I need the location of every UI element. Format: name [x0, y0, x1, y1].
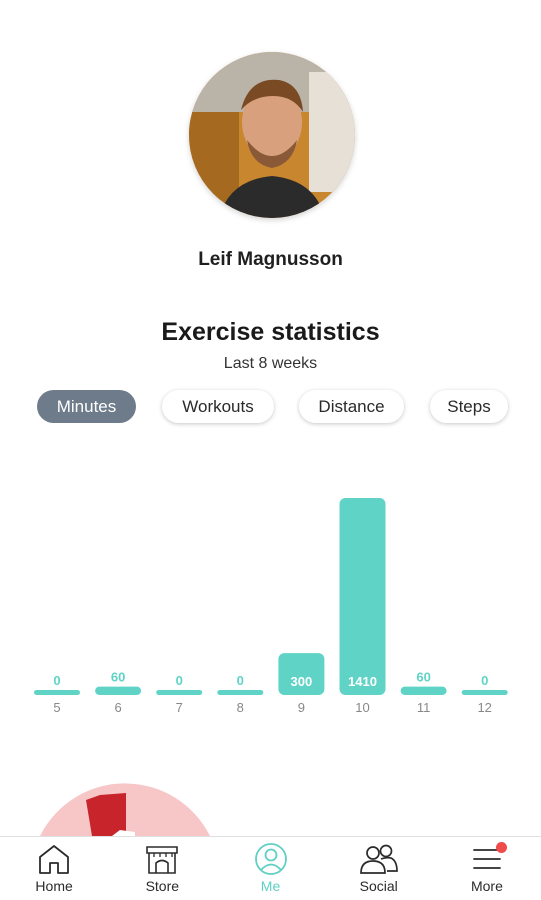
chart-value-label: 60 — [416, 670, 430, 685]
nav-me-label: Me — [260, 878, 281, 894]
nav-store[interactable]: Store — [108, 837, 216, 900]
chart-value-label: 0 — [176, 673, 183, 688]
minutes-bar-chart: 05606070830091410106011012 — [34, 498, 508, 715]
chart-category-label: 7 — [176, 700, 183, 715]
nav-more[interactable]: More — [433, 837, 541, 900]
chart-category-label: 8 — [237, 700, 244, 715]
chart-value-label: 1410 — [348, 674, 377, 689]
tab-distance[interactable]: Distance — [299, 390, 404, 423]
stats-title: Exercise statistics — [161, 318, 380, 346]
chart-category-label: 11 — [417, 700, 431, 715]
chart-category-label: 12 — [477, 700, 491, 715]
nav-home[interactable]: Home — [0, 837, 108, 900]
tab-steps[interactable]: Steps — [430, 390, 508, 423]
nav-social[interactable]: Social — [325, 837, 433, 900]
people-icon — [359, 843, 399, 875]
chart-bar — [461, 690, 508, 695]
activity-gauge — [40, 783, 210, 836]
store-icon — [144, 843, 180, 875]
chart-value-label: 0 — [237, 673, 244, 688]
chart-category-label: 10 — [355, 700, 369, 715]
chart-value-label: 60 — [111, 670, 125, 685]
chart-bar — [217, 690, 264, 695]
user-name: Leif Magnusson — [198, 249, 343, 270]
nav-me[interactable]: Me — [216, 837, 324, 900]
chart-category-label: 5 — [53, 700, 60, 715]
tab-workouts[interactable]: Workouts — [162, 390, 274, 423]
chart-bar — [156, 690, 203, 695]
nav-store-label: Store — [145, 878, 180, 894]
tab-minutes[interactable]: Minutes — [37, 390, 136, 423]
notification-badge — [495, 842, 507, 853]
profile-avatar[interactable] — [189, 52, 355, 218]
home-icon — [36, 843, 72, 875]
chart-value-label: 0 — [53, 673, 60, 688]
chart-bar — [400, 686, 447, 695]
chart-category-label: 9 — [298, 700, 305, 715]
bottom-navigation: Home Store Me Social More — [0, 836, 541, 900]
chart-value-label: 0 — [481, 673, 488, 688]
chart-category-label: 6 — [114, 700, 121, 715]
chart-bar — [95, 686, 142, 695]
stats-subtitle: Last 8 weeks — [223, 355, 318, 372]
chart-bar — [339, 498, 386, 695]
user-icon — [253, 843, 289, 875]
nav-more-label: More — [470, 878, 503, 894]
nav-social-label: Social — [359, 878, 398, 894]
chart-bar — [34, 690, 80, 695]
chart-value-label: 300 — [291, 674, 313, 689]
nav-home-label: Home — [35, 878, 73, 894]
